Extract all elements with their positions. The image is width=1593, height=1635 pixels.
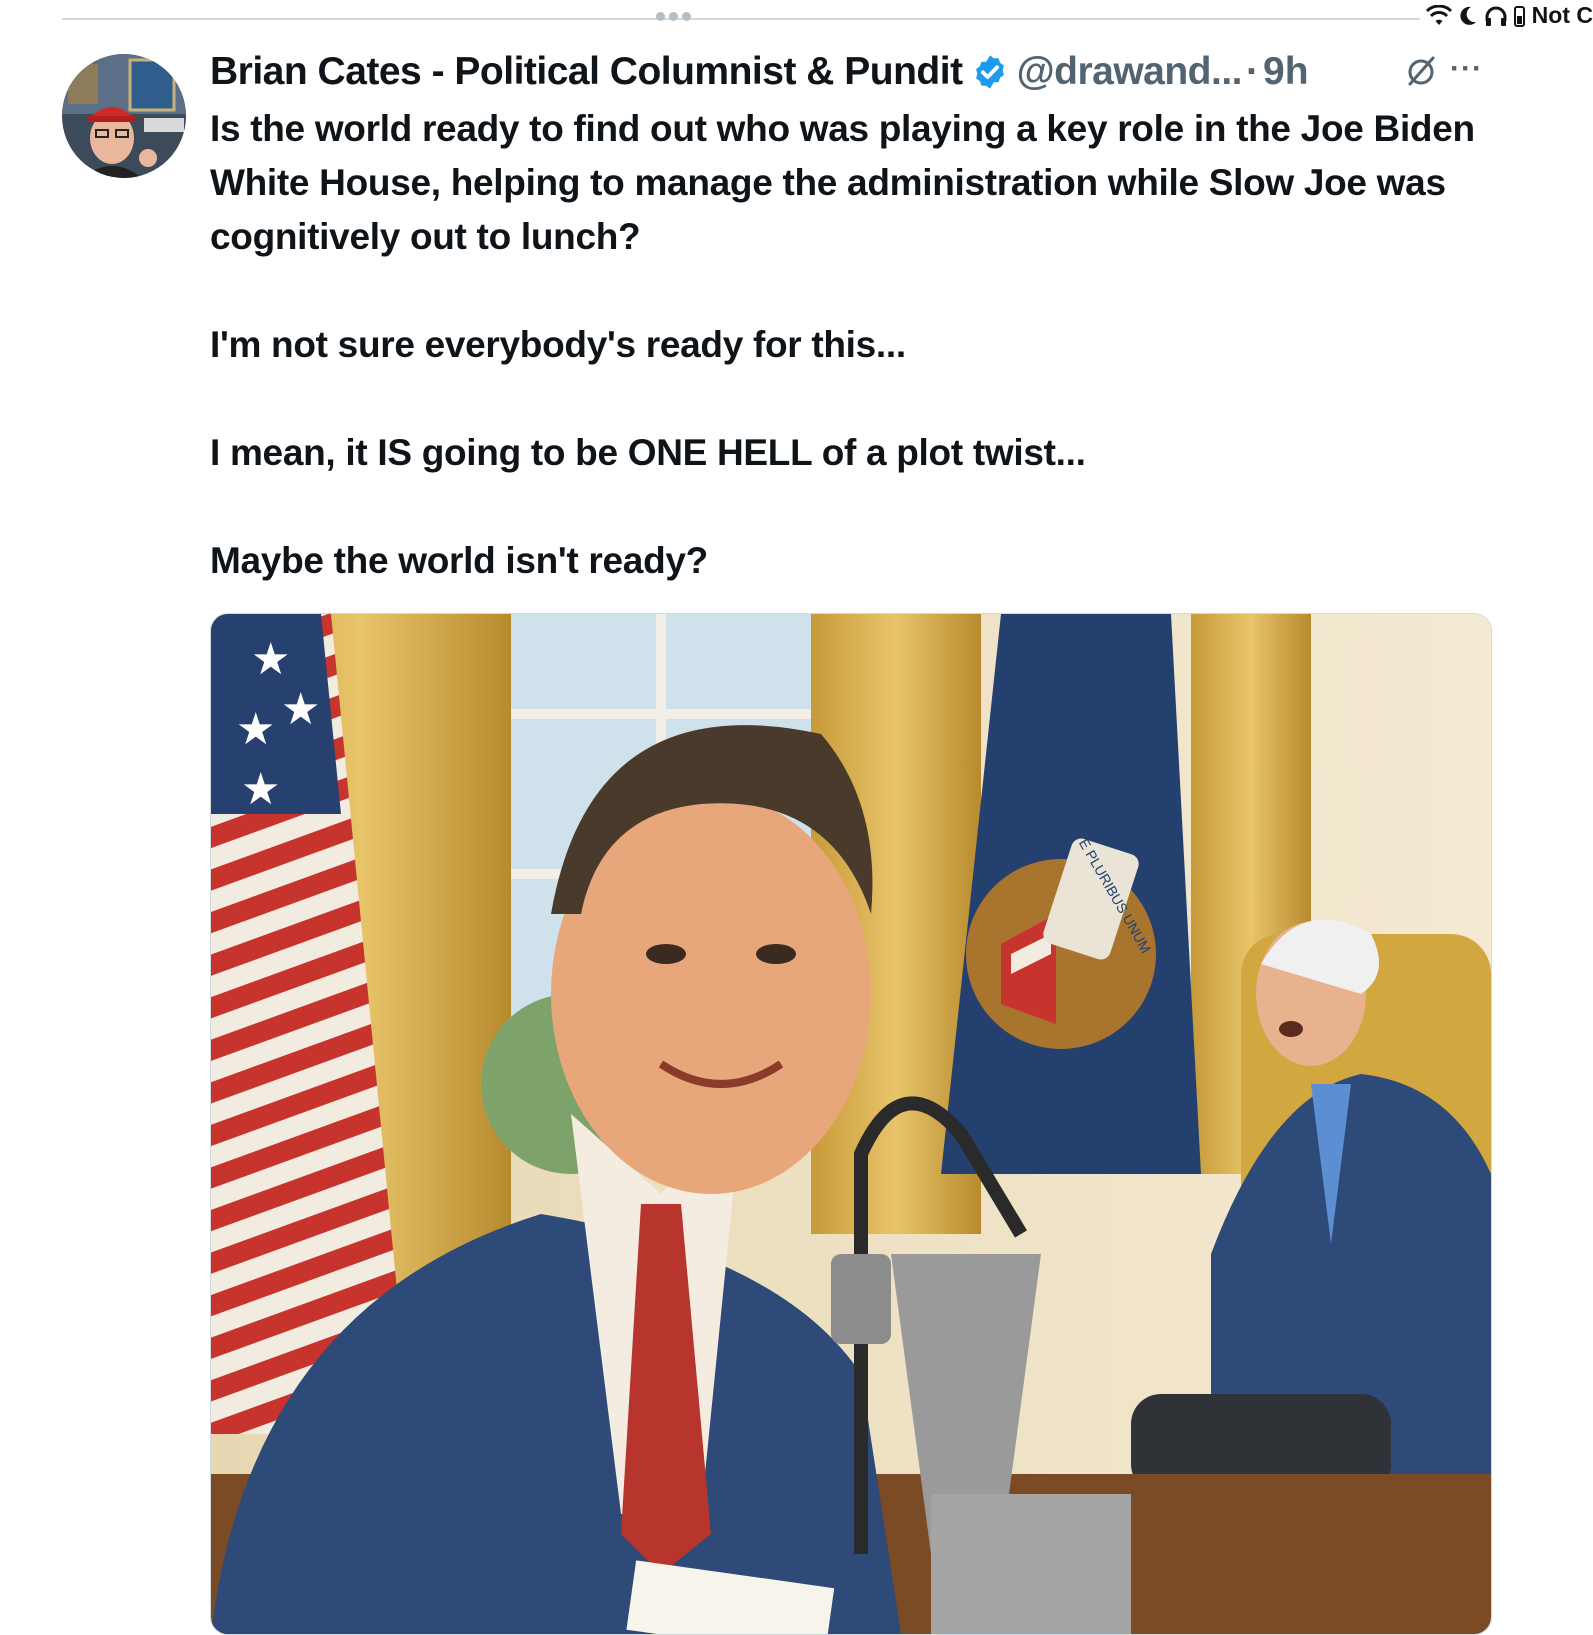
moon-icon	[1460, 6, 1476, 25]
more-icon[interactable]: ···	[1450, 52, 1483, 86]
tweet-body: Is the world ready to find out who was p…	[210, 102, 1500, 588]
grok-icon[interactable]	[1404, 54, 1438, 88]
tweet-media-image[interactable]: ★ ★ ★ ★ E PLURIBUS UNUM	[210, 613, 1492, 1635]
tweet-timestamp[interactable]: 9h	[1263, 50, 1309, 94]
sheet-drag-handle[interactable]	[656, 12, 691, 21]
drag-dot	[669, 12, 678, 21]
top-divider	[62, 18, 1593, 20]
svg-text:★: ★	[281, 685, 320, 734]
tweet-paragraph: Is the world ready to find out who was p…	[210, 108, 1475, 257]
author-avatar[interactable]	[62, 54, 186, 178]
headphones-icon	[1485, 6, 1507, 26]
tweet-paragraph: I mean, it IS going to be ONE HELL of a …	[210, 432, 1086, 473]
author-display-name[interactable]: Brian Cates - Political Columnist & Pund…	[210, 50, 963, 94]
svg-text:★: ★	[241, 765, 280, 814]
wifi-icon	[1425, 4, 1452, 25]
carrier-text: Not C	[1531, 2, 1593, 28]
status-bar: Not C	[1419, 2, 1593, 29]
header-separator: ·	[1246, 50, 1259, 93]
drag-dot	[656, 12, 665, 21]
svg-text:★: ★	[251, 635, 290, 684]
drag-dot	[682, 12, 691, 21]
tweet-paragraph: Maybe the world isn't ready?	[210, 540, 708, 581]
battery-icon	[1513, 5, 1525, 27]
verified-badge-icon[interactable]	[971, 53, 1009, 91]
tweet-paragraph: I'm not sure everybody's ready for this.…	[210, 324, 906, 365]
tweet-header: Brian Cates - Political Columnist & Pund…	[210, 44, 1309, 100]
svg-text:★: ★	[236, 705, 275, 754]
author-handle[interactable]: @drawand...	[1017, 50, 1243, 94]
